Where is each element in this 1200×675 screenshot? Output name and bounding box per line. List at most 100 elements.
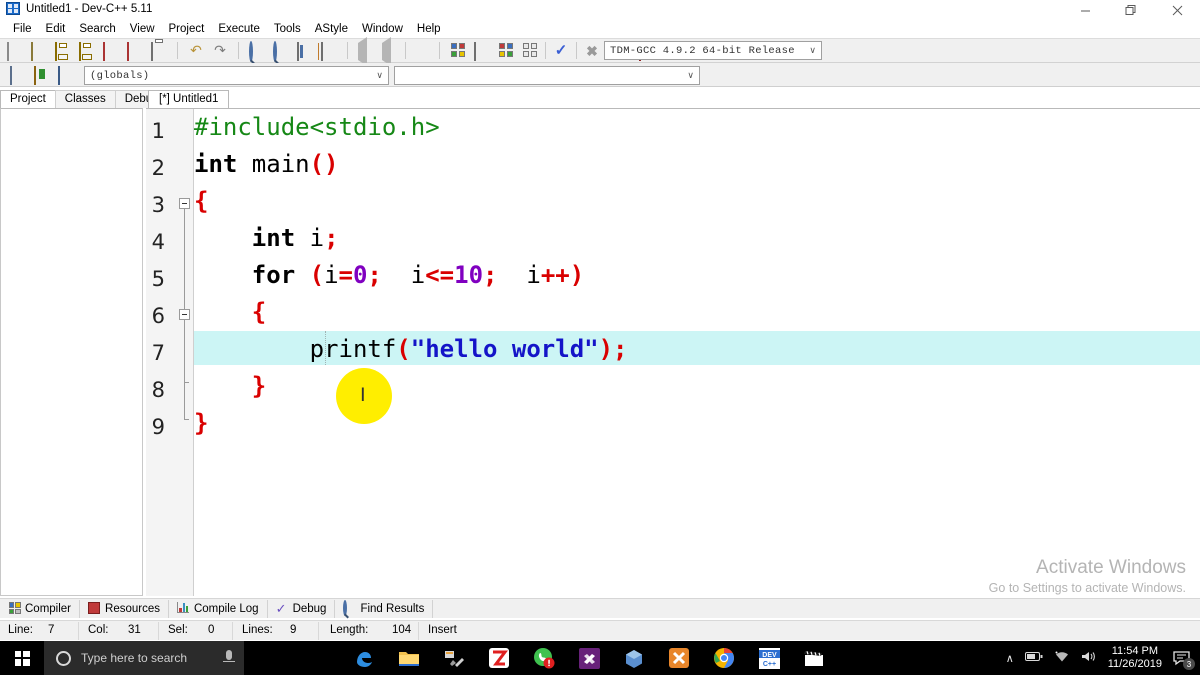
taskbar-clock[interactable]: 11:54 PM 11/26/2019 [1108, 645, 1162, 671]
chevron-down-icon: ∨ [687, 71, 694, 81]
line-number: 6 [151, 304, 165, 328]
scope-select[interactable]: (globals) ∨ [84, 66, 389, 85]
code-token: ; [367, 261, 382, 289]
svg-text:C++: C++ [762, 661, 775, 668]
bottom-tab-compile-log[interactable]: Compile Log [169, 599, 268, 618]
compile-icon[interactable] [447, 40, 469, 61]
toolbar-separator [545, 42, 546, 59]
zoom-icon[interactable] [487, 646, 511, 670]
code-token: int [251, 224, 296, 252]
line-number: 1 [151, 119, 165, 143]
code-line-6: { [194, 294, 1200, 331]
menu-item-astyle[interactable]: AStyle [308, 22, 355, 36]
tab-project[interactable]: Project [0, 90, 56, 108]
goto-line-icon[interactable] [294, 40, 316, 61]
fold-toggle-line6[interactable] [179, 309, 190, 320]
bottom-tab-debug[interactable]: ✓ Debug [268, 599, 336, 618]
bottom-tab-compiler[interactable]: Compiler [0, 599, 81, 618]
wifi-icon[interactable] [1054, 651, 1070, 666]
maximize-restore-button[interactable] [1108, 0, 1154, 20]
battery-icon[interactable] [1024, 651, 1043, 665]
find-icon[interactable] [246, 40, 268, 62]
menu-item-project[interactable]: Project [162, 22, 212, 36]
system-tray: ∧ 11:54 PM 11/26/2019 3 [1006, 641, 1195, 675]
toolbar-separator [347, 42, 348, 59]
left-panel-tabs: Project Classes Debug [0, 88, 169, 108]
member-select[interactable]: ∨ [394, 66, 700, 85]
menu-item-tools[interactable]: Tools [267, 22, 308, 36]
settings-tools-icon[interactable] [442, 646, 466, 670]
compiler-select[interactable]: TDM-GCC 4.9.2 64-bit Release ∨ [604, 41, 822, 60]
syntax-check-icon[interactable]: ✓ [550, 40, 572, 61]
save-icon[interactable] [52, 40, 74, 61]
close-all-icon[interactable] [124, 40, 146, 61]
menu-item-file[interactable]: File [6, 22, 39, 36]
microphone-icon[interactable] [223, 650, 235, 662]
compile-run-icon[interactable] [495, 40, 517, 61]
new-project-icon[interactable] [7, 64, 29, 85]
menu-item-window[interactable]: Window [355, 22, 410, 36]
toggle-bookmark-icon[interactable] [318, 40, 340, 61]
back-icon[interactable] [355, 36, 377, 66]
print-icon[interactable] [148, 40, 170, 61]
whatsapp-icon[interactable] [532, 646, 556, 670]
code-editor[interactable]: 1 2 3 4 5 6 7 8 9 #include<stdio.h> int … [146, 108, 1200, 596]
code-token: ( [309, 261, 325, 289]
chrome-icon[interactable] [712, 646, 736, 670]
run-icon[interactable] [519, 40, 541, 61]
save-all-icon[interactable] [76, 40, 98, 61]
search-placeholder: Type here to search [81, 651, 188, 665]
tab-untitled1[interactable]: [*] Untitled1 [148, 90, 230, 108]
forward-icon[interactable] [379, 36, 401, 66]
redo-icon[interactable]: ↷ [209, 40, 231, 61]
close-file-icon[interactable] [100, 40, 122, 61]
xampp-icon[interactable] [667, 646, 691, 670]
file-explorer-icon[interactable] [397, 646, 421, 670]
app-icon [6, 2, 20, 15]
tab-classes[interactable]: Classes [54, 90, 116, 108]
line-number: 4 [151, 230, 165, 254]
code-token: "hello world" [410, 335, 599, 363]
bottom-tab-resources[interactable]: Resources [80, 599, 169, 618]
3d-viewer-icon[interactable] [622, 646, 646, 670]
code-surface[interactable]: #include<stdio.h> int main() { int i; fo… [194, 109, 1200, 596]
tray-expand-icon[interactable]: ∧ [1006, 652, 1014, 665]
fold-toggle-line3[interactable] [179, 198, 190, 209]
code-token: printf [194, 335, 397, 363]
menu-item-edit[interactable]: Edit [39, 22, 73, 36]
chevron-down-icon: ∨ [809, 46, 816, 56]
add-to-project-icon[interactable] [31, 64, 53, 85]
close-button[interactable] [1154, 0, 1200, 20]
text-cursor-icon: I [360, 384, 366, 406]
menu-item-execute[interactable]: Execute [211, 22, 267, 36]
project-properties-icon[interactable] [55, 64, 77, 85]
watermark-subtitle: Go to Settings to activate Windows. [988, 581, 1186, 595]
visual-studio-code-icon[interactable] [577, 646, 601, 670]
menu-item-help[interactable]: Help [410, 22, 448, 36]
code-token: main [237, 150, 310, 178]
code-token: i [295, 224, 325, 252]
notification-center-icon[interactable]: 3 [1173, 650, 1195, 670]
editor-gutter: 1 2 3 4 5 6 7 8 9 [146, 109, 194, 596]
bottom-tab-find-results[interactable]: Find Results [335, 599, 434, 618]
start-button[interactable] [0, 641, 44, 675]
new-file-icon[interactable] [4, 40, 26, 61]
undo-icon[interactable]: ↶ [185, 40, 207, 61]
project-tree-panel[interactable] [0, 108, 143, 596]
movies-tv-icon[interactable] [802, 646, 826, 670]
dev-cpp-icon[interactable]: DEV C++ [757, 646, 781, 670]
code-line-4: int i; [194, 220, 1200, 257]
menu-item-view[interactable]: View [123, 22, 162, 36]
replace-icon[interactable] [270, 40, 292, 62]
stop-icon[interactable]: ✖ [581, 40, 603, 61]
volume-icon[interactable] [1081, 650, 1097, 666]
insert-icon[interactable] [410, 40, 432, 61]
minimize-button[interactable] [1062, 0, 1108, 20]
open-file-icon[interactable] [28, 40, 50, 61]
menu-item-search[interactable]: Search [72, 22, 122, 36]
search-input[interactable]: Type here to search [44, 641, 244, 675]
edge-icon[interactable] [352, 646, 376, 670]
rebuild-icon[interactable] [471, 40, 493, 61]
